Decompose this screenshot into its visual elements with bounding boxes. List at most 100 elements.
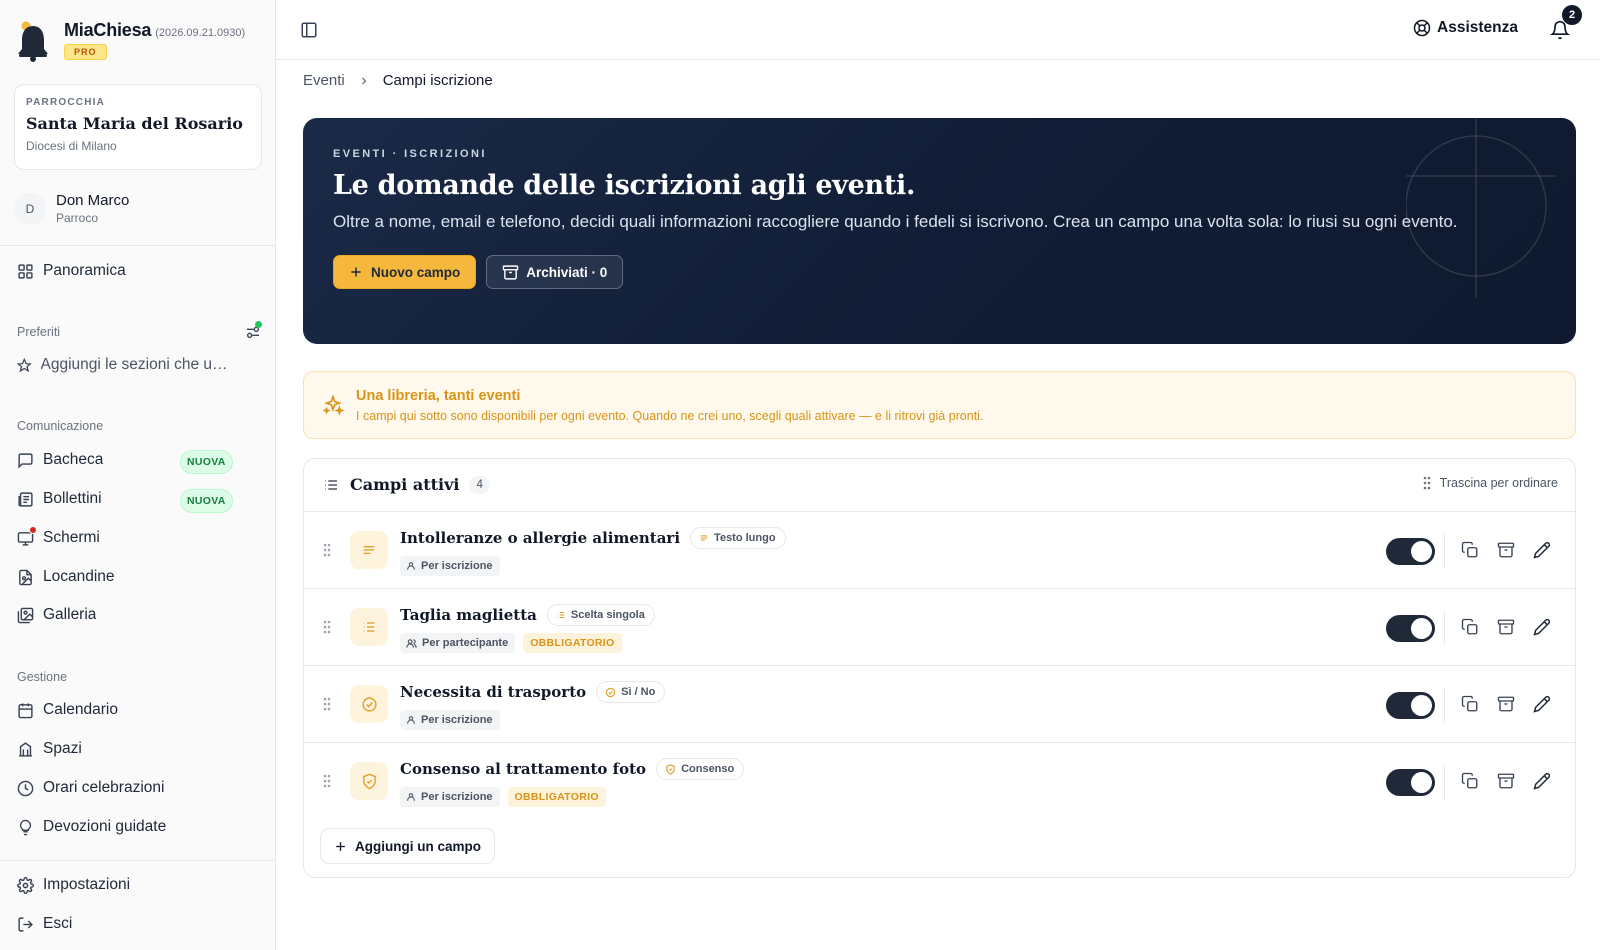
- sidebar-item-schermi[interactable]: Schermi: [17, 529, 232, 547]
- row-divider: [1444, 688, 1445, 722]
- sidebar-divider: [0, 860, 276, 861]
- drag-handle-icon[interactable]: [322, 620, 332, 634]
- field-enabled-toggle[interactable]: [1386, 692, 1435, 719]
- sidebar-item-locandine[interactable]: Locandine: [17, 568, 232, 586]
- archive-icon[interactable]: [1497, 618, 1515, 636]
- calendar-icon: [18, 702, 33, 718]
- new-field-button[interactable]: Nuovo campo: [333, 255, 477, 289]
- toggle-knob: [1411, 772, 1432, 793]
- toggle-knob: [1411, 618, 1432, 639]
- sidebar-item-spazi[interactable]: Spazi: [17, 740, 232, 758]
- logout-icon: [18, 916, 33, 932]
- gallery-icon: [17, 607, 34, 623]
- list-icon: [363, 622, 375, 632]
- archive-icon[interactable]: [1497, 695, 1515, 713]
- field-type-pill: Consenso: [656, 758, 745, 780]
- edit-pencil-icon[interactable]: [1533, 772, 1551, 790]
- brand[interactable]: MiaChiesa (2026.09.21.0930) PRO: [16, 20, 245, 62]
- edit-pencil-icon[interactable]: [1533, 541, 1551, 559]
- archive-icon[interactable]: [1497, 772, 1515, 790]
- hero-kicker: EVENTI · ISCRIZIONI: [333, 148, 487, 160]
- sidebar-item-orari[interactable]: Orari celebrazioni: [17, 779, 232, 797]
- user-name: Don Marco: [56, 192, 130, 209]
- drag-handle-icon[interactable]: [322, 774, 332, 788]
- drag-hint: Trascina per ordinare: [1439, 476, 1558, 490]
- cross-decoration-icon: [1406, 118, 1556, 298]
- duplicate-icon[interactable]: [1461, 772, 1479, 790]
- sidebar-item-label: Orari celebrazioni: [43, 779, 165, 796]
- field-scope-label: Per iscrizione: [421, 714, 493, 726]
- sidebar-item-esci[interactable]: Esci: [17, 915, 232, 933]
- field-type-tile: [350, 685, 388, 723]
- brand-name: MiaChiesa: [64, 20, 152, 40]
- sidebar-item-label: Locandine: [43, 568, 115, 585]
- breadcrumb-parent[interactable]: Eventi: [303, 72, 345, 89]
- card-header: Campi attivi 4 Trascina per ordinare: [304, 459, 1575, 512]
- required-badge: OBBLIGATORIO: [507, 787, 606, 807]
- field-scope-tag: Per partecipante: [400, 633, 516, 653]
- help-button[interactable]: Assistenza: [1413, 19, 1518, 37]
- duplicate-icon[interactable]: [1461, 618, 1479, 636]
- field-name: Consenso al trattamento foto: [400, 760, 647, 778]
- hero-title: Le domande delle iscrizioni agli eventi.: [333, 170, 916, 201]
- drag-handle-icon[interactable]: [322, 543, 332, 557]
- edit-pencil-icon[interactable]: [1533, 618, 1551, 636]
- new-badge: NUOVA: [180, 489, 233, 513]
- parish-card[interactable]: PARROCCHIA Santa Maria del Rosario Dioce…: [14, 84, 262, 170]
- sidebar-toggle-icon[interactable]: [300, 21, 318, 39]
- sidebar-item-impostazioni[interactable]: Impostazioni: [17, 876, 232, 894]
- field-row[interactable]: Intolleranze o allergie alimentari Testo…: [304, 512, 1575, 589]
- sidebar-item-label: Panoramica: [43, 262, 126, 279]
- drag-handle-icon[interactable]: [322, 697, 332, 711]
- bell-logo-icon: [18, 21, 48, 62]
- sidebar-item-label: Devozioni guidate: [43, 818, 167, 835]
- field-scope-tag: Per iscrizione: [400, 710, 500, 730]
- duplicate-icon[interactable]: [1461, 541, 1479, 559]
- card-title: Campi attivi: [350, 475, 460, 494]
- sidebar-item-label: Schermi: [43, 529, 100, 546]
- field-row[interactable]: Taglia maglietta Scelta singola Per part…: [304, 589, 1575, 666]
- user-role: Parroco: [56, 211, 99, 225]
- field-row[interactable]: Consenso al trattamento foto Consenso Pe…: [304, 743, 1575, 820]
- list-icon: [557, 611, 565, 619]
- sidebar-item-calendario[interactable]: Calendario: [17, 701, 232, 719]
- add-field-button[interactable]: Aggiungi un campo: [320, 828, 495, 864]
- field-scope-label: Per iscrizione: [421, 560, 493, 572]
- lightbulb-icon: [19, 819, 32, 835]
- grid-icon: [18, 263, 33, 279]
- sidebar-item-galleria[interactable]: Galleria: [17, 606, 232, 624]
- sparkles-icon: [322, 394, 344, 416]
- field-enabled-toggle[interactable]: [1386, 615, 1435, 642]
- duplicate-icon[interactable]: [1461, 695, 1479, 713]
- sidebar-item-panoramica[interactable]: Panoramica: [17, 262, 232, 280]
- sidebar: MiaChiesa (2026.09.21.0930) PRO PARROCCHI…: [0, 0, 276, 950]
- info-callout: Una libreria, tanti eventi I campi qui s…: [303, 371, 1576, 439]
- sidebar-item-devozioni[interactable]: Devozioni guidate: [17, 818, 232, 836]
- field-enabled-toggle[interactable]: [1386, 538, 1435, 565]
- field-row[interactable]: Necessita di trasporto Sì / No Per iscri…: [304, 666, 1575, 743]
- topbar: Assistenza 2: [276, 0, 1600, 60]
- field-scope-label: Per iscrizione: [421, 791, 493, 803]
- field-name: Necessita di trasporto: [400, 683, 587, 701]
- toggle-knob: [1411, 695, 1432, 716]
- edit-pencil-icon[interactable]: [1533, 695, 1551, 713]
- grip-icon: [1423, 476, 1430, 490]
- sidebar-item-label: Aggiungi le sezioni che usi di più: [40, 356, 232, 373]
- avatar: D: [14, 192, 46, 225]
- archive-icon[interactable]: [1497, 541, 1515, 559]
- clock-icon: [17, 780, 34, 796]
- field-enabled-toggle[interactable]: [1386, 769, 1435, 796]
- sidebar-item-label: Calendario: [43, 701, 118, 718]
- sidebar-item-label: Bacheca: [43, 451, 104, 468]
- new-badge: NUOVA: [180, 450, 233, 474]
- archived-button[interactable]: Archiviati · 0: [486, 255, 624, 289]
- field-type-label: Consenso: [681, 763, 735, 775]
- user-profile[interactable]: D Don Marco Parroco: [14, 192, 129, 225]
- hero-description: Oltre a nome, email e telefono, decidi q…: [333, 212, 1458, 231]
- user-icon: [407, 562, 415, 570]
- parish-diocese: Diocesi di Milano: [26, 139, 117, 153]
- brand-version: (2026.09.21.0930): [155, 27, 246, 39]
- sidebar-item-add-favorites[interactable]: Aggiungi le sezioni che usi di più: [17, 356, 232, 374]
- section-title-favorites: Preferiti: [17, 325, 61, 339]
- field-type-pill: Sì / No: [596, 681, 666, 703]
